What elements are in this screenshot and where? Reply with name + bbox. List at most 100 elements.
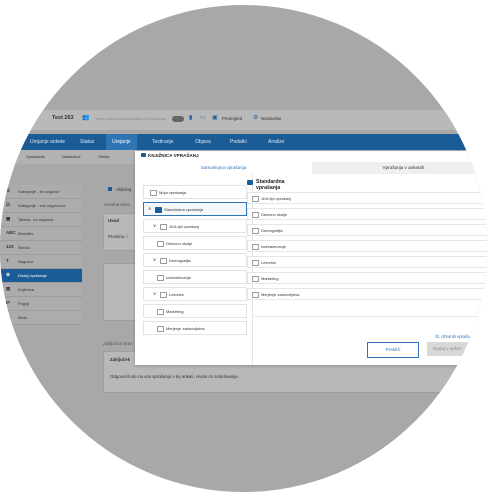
activate-label[interactable]: Aktiviraj xyxy=(116,187,131,192)
number-icon: 123 xyxy=(6,244,14,249)
folder-icon xyxy=(252,276,259,282)
tree-item-label: Letovice xyxy=(169,291,184,297)
list-item-label: Delovno okolje xyxy=(261,211,288,217)
add-to-survey-button[interactable]: Dodaj v anket xyxy=(427,342,487,356)
survey-title: Test 263 xyxy=(52,115,74,121)
tree-item-label: Moja vprašanja xyxy=(159,189,187,195)
tree-item-satisfaction[interactable]: Merjenje zadovoljstva xyxy=(143,321,247,335)
tree-item-label: Izobraževanje xyxy=(166,274,191,280)
closing-page-label: Zaključna stran xyxy=(103,341,133,346)
tab-survey-questions[interactable]: Vprašanja v anketah xyxy=(312,162,487,174)
modal-tabs: Samostojna vprašanja Vprašanja v anketah xyxy=(135,162,487,174)
desktop-icon[interactable]: ▭ xyxy=(200,114,206,121)
checkbox-icon: ☑ xyxy=(6,202,11,207)
sidebar-item-conditions[interactable]: IF Pogoji xyxy=(0,297,82,311)
folder-icon xyxy=(160,224,167,230)
tree-item-marketing[interactable]: Marketing xyxy=(143,304,247,318)
condition-icon: IF xyxy=(6,300,10,305)
folder-icon xyxy=(150,190,157,196)
tree-item-standard-questions[interactable]: ∧ Standardna vprašanja xyxy=(143,202,247,216)
tree-item-work-environment[interactable]: Delovno okolje xyxy=(143,236,247,250)
status-toggle[interactable] xyxy=(172,116,184,122)
chevron-down-icon[interactable]: ∨ xyxy=(153,291,156,297)
tree-item-label: Merjenje zadovoljstva xyxy=(166,325,205,331)
chevron-down-icon[interactable]: ∨ xyxy=(153,223,156,229)
sidebar-item-label: Tabela - en odgovor xyxy=(18,217,54,222)
tab-standalone-questions[interactable]: Samostojna vprašanja xyxy=(135,162,312,174)
text-icon: ABC xyxy=(6,230,16,235)
selected-count-label: Št. izbranih vpraša xyxy=(435,334,470,339)
list-item[interactable]: Izobraževanje xyxy=(247,240,487,252)
sidebar-item-label: Število xyxy=(18,245,31,250)
list-item-label: Demografija xyxy=(261,227,283,233)
question-library-modal: KNJIŽNICA VPRAŠANJ Samostojna vprašanja … xyxy=(135,151,487,365)
folder-icon xyxy=(252,196,259,202)
library-tree: Moja vprašanja ∧ Standardna vprašanja ∨ … xyxy=(143,185,247,338)
users-icon[interactable]: 👥 xyxy=(82,114,89,121)
sidebar-item-library[interactable]: ▤ Knjižnica xyxy=(0,283,82,297)
sidebar-item-table[interactable]: ▦ Tabela - en odgovor xyxy=(0,213,82,227)
preview-icon[interactable]: ▣ xyxy=(212,114,218,121)
sidebar-item-intro[interactable]: T Nagovor xyxy=(0,255,82,269)
folder-icon xyxy=(252,228,259,234)
gear-icon[interactable]: ⚙ xyxy=(253,114,258,121)
list-item[interactable]: Demografija xyxy=(247,224,487,236)
tree-item-my-questions[interactable]: Moja vprašanja xyxy=(143,185,247,199)
list-item[interactable]: Merjenje zadovoljstva xyxy=(247,288,487,300)
question-type-sidebar: ☰ Kategorije - en odgovor ☑ Kategorije - v… xyxy=(0,185,82,325)
content-title: Standardna vprašanja xyxy=(256,179,285,191)
folder-icon xyxy=(157,241,164,247)
tree-item-education[interactable]: Izobraževanje xyxy=(143,270,247,284)
tree-item-label: Marketing xyxy=(166,308,184,314)
tree-item-1ka-types[interactable]: ∨ 1KA tipi vprašanj xyxy=(143,219,247,233)
settings-link[interactable]: Nastavitve xyxy=(261,116,282,121)
sidebar-item-number[interactable]: 123 Število xyxy=(0,241,82,255)
list-item[interactable]: Delovno okolje xyxy=(247,208,487,220)
tree-item-demography[interactable]: ∨ Demografija xyxy=(143,253,247,267)
modal-footer-divider xyxy=(253,316,487,317)
list-item[interactable]: Marketing xyxy=(247,272,487,284)
sidebar-item-blocks[interactable]: ▭ Bloki xyxy=(0,311,82,325)
sidebar-item-text[interactable]: ABC Besedilo xyxy=(0,227,82,241)
chevron-down-icon[interactable]: ∨ xyxy=(153,257,156,263)
sidebar-item-label: Bloki xyxy=(18,315,27,320)
screenshot-viewport: Test 263 👥 https://1ka.si/survey/index.p… xyxy=(0,5,487,492)
closing-title: Zaključek xyxy=(110,357,131,362)
gear-icon: ⚙ xyxy=(6,272,11,277)
cancel-button[interactable]: Prekliči xyxy=(367,342,419,358)
tab-testing[interactable]: Testiranje xyxy=(152,139,173,145)
modal-header: KNJIŽNICA VPRAŠANJ xyxy=(135,151,487,162)
app-background: Test 263 👥 https://1ka.si/survey/index.p… xyxy=(0,5,487,492)
activate-checkbox[interactable] xyxy=(108,187,112,191)
tab-editing[interactable]: Urejanje xyxy=(106,134,137,150)
survey-url[interactable]: https://1ka.si/survey/index.php?anketa=.… xyxy=(96,116,170,121)
tab-survey-editing[interactable]: Urejanje ankete xyxy=(30,139,65,145)
tab-publish[interactable]: Objava xyxy=(195,139,211,145)
survey-header-bar: Test 263 👥 https://1ka.si/survey/index.p… xyxy=(0,110,487,130)
content-folder-list: 1KA tipi vprašanj Delovno okolje Demogra… xyxy=(247,192,487,304)
subtab-questionnaire[interactable]: Vprašalnik xyxy=(26,154,45,159)
chevron-up-icon[interactable]: ∧ xyxy=(148,206,151,212)
table-icon: ▦ xyxy=(6,216,11,221)
folder-icon xyxy=(247,180,253,185)
tree-item-label: Standardna vprašanja xyxy=(164,206,204,212)
preview-link[interactable]: Predogled xyxy=(222,116,242,121)
tab-status[interactable]: Status xyxy=(80,139,94,145)
folder-icon xyxy=(252,292,259,298)
sidebar-item-radio[interactable]: ☰ Kategorije - en odgovor xyxy=(0,185,82,199)
subtab-settings[interactable]: Nastavitve xyxy=(62,154,81,159)
folder-icon xyxy=(157,309,164,315)
sidebar-item-add-question[interactable]: ⚙ Dodaj vprašanje xyxy=(0,269,82,283)
folder-icon xyxy=(160,258,167,264)
tab-analysis[interactable]: Analize xyxy=(268,139,284,145)
sidebar-item-label: Besedilo xyxy=(18,231,34,236)
tab-data[interactable]: Podatki xyxy=(230,139,247,145)
list-item[interactable]: 1KA tipi vprašanj xyxy=(247,192,487,204)
mobile-icon[interactable]: ▮ xyxy=(189,114,192,121)
sidebar-item-checkbox[interactable]: ☑ Kategorije - več odgovorov xyxy=(0,199,82,213)
subtab-design[interactable]: Oblika xyxy=(98,154,109,159)
list-item-label: Letovice xyxy=(261,259,276,265)
library-icon: ▤ xyxy=(6,286,11,291)
tree-item-letovice[interactable]: ∨ Letovice xyxy=(143,287,247,301)
list-item[interactable]: Letovice xyxy=(247,256,487,268)
